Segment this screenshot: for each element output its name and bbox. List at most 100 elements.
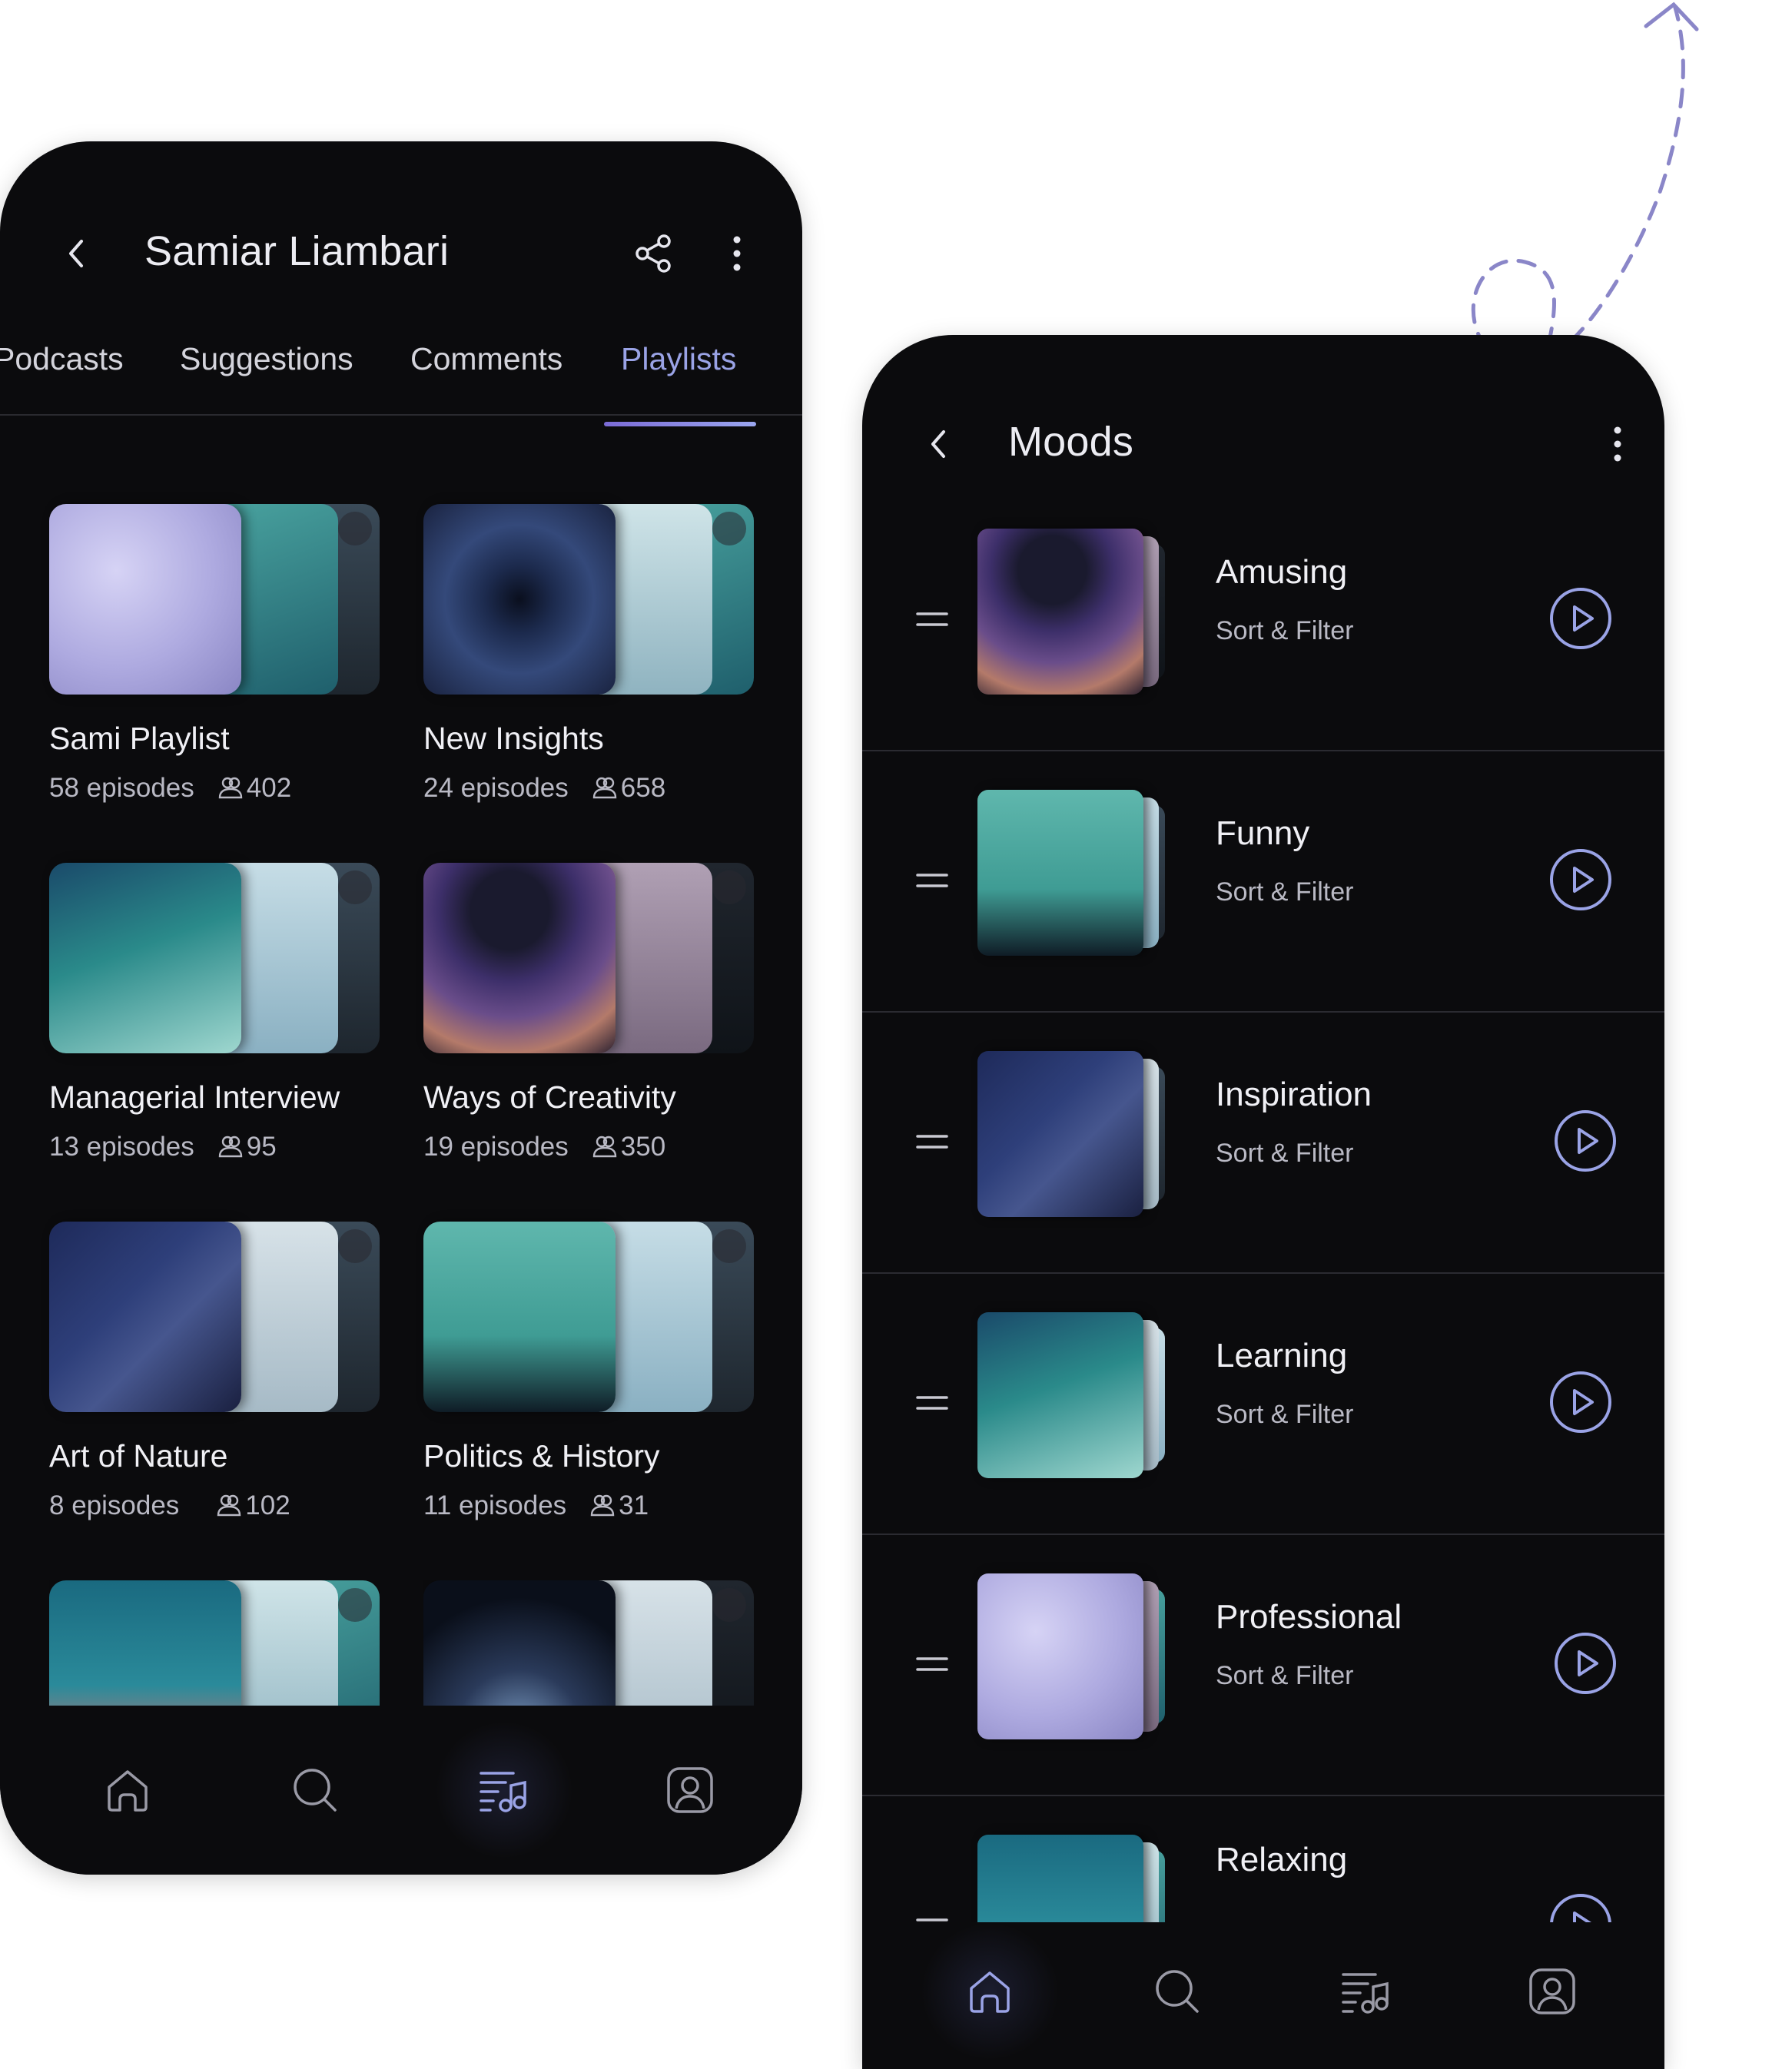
playlist-artwork	[49, 504, 380, 695]
playlist-artwork	[49, 1580, 380, 1725]
playlist-title: Art of Nature	[49, 1438, 228, 1474]
share-icon[interactable]	[629, 229, 678, 278]
group-icon	[712, 512, 746, 545]
playlist-card[interactable]: Art of Nature 8 episodes 102	[49, 1222, 380, 1520]
list-item[interactable]: Professional Sort & Filter	[862, 1534, 1664, 1796]
follower-count: 102	[245, 1490, 290, 1520]
mood-title: Professional	[1216, 1598, 1402, 1636]
mood-artwork	[977, 790, 1177, 956]
play-icon[interactable]	[1552, 1630, 1618, 1696]
mood-subtitle[interactable]: Sort & Filter	[1216, 616, 1353, 646]
more-options-icon[interactable]	[718, 229, 756, 278]
playlist-meta: 11 episodes 31	[423, 1490, 649, 1521]
users-icon	[592, 1133, 618, 1159]
playlist-card[interactable]: Sami Playlist 58 episodes 402	[49, 504, 380, 803]
tab-suggestions[interactable]: Suggestions	[180, 341, 353, 377]
playlist-meta: 13 episodes 95	[49, 1132, 277, 1162]
profile-icon[interactable]	[1525, 1964, 1580, 2019]
drag-handle-icon[interactable]	[916, 608, 948, 631]
users-icon	[217, 1133, 244, 1159]
playlist-card[interactable]	[49, 1580, 380, 1725]
drag-handle-icon[interactable]	[916, 869, 948, 892]
list-item[interactable]: Funny Sort & Filter	[862, 750, 1664, 1013]
group-icon	[338, 1588, 372, 1622]
episode-count: 8 episodes	[49, 1490, 180, 1520]
mood-subtitle[interactable]: Sort & Filter	[1216, 1661, 1353, 1691]
episode-count: 24 episodes	[423, 773, 569, 803]
play-icon[interactable]	[1552, 1108, 1618, 1174]
playlist-artwork	[49, 863, 380, 1053]
group-icon	[712, 870, 746, 904]
search-icon[interactable]	[287, 1762, 343, 1818]
playlist-artwork	[423, 863, 754, 1053]
mood-title: Funny	[1216, 814, 1310, 852]
episode-count: 11 episodes	[423, 1490, 567, 1520]
playlist-card[interactable]: Ways of Creativity 19 episodes 350	[423, 863, 754, 1162]
mood-subtitle[interactable]: Sort & Filter	[1216, 1400, 1353, 1430]
home-icon[interactable]	[100, 1762, 155, 1818]
playlist-title: Sami Playlist	[49, 721, 230, 756]
playlist-title: Managerial Interview	[49, 1079, 340, 1115]
users-icon	[592, 774, 618, 801]
playlist-artwork	[49, 1222, 380, 1412]
playlist-artwork	[423, 1222, 754, 1412]
playlist-card[interactable]: Managerial Interview 13 episodes 95	[49, 863, 380, 1162]
profile-icon[interactable]	[662, 1762, 718, 1818]
mood-subtitle[interactable]: Sort & Filter	[1216, 877, 1353, 907]
mood-title: Amusing	[1216, 553, 1348, 591]
mood-title: Relaxing	[1216, 1841, 1348, 1878]
playlist-meta: 8 episodes 102	[49, 1490, 290, 1521]
mood-title: Learning	[1216, 1337, 1348, 1374]
mood-artwork	[977, 1051, 1177, 1217]
episode-count: 19 episodes	[423, 1132, 569, 1162]
play-icon[interactable]	[1548, 585, 1614, 652]
playlist-meta: 19 episodes 350	[423, 1132, 665, 1162]
playlist-title: Politics & History	[423, 1438, 660, 1474]
mood-artwork	[977, 1573, 1177, 1739]
group-icon	[712, 1588, 746, 1622]
group-icon	[338, 512, 372, 545]
follower-count: 402	[246, 773, 292, 803]
drag-handle-icon[interactable]	[916, 1391, 948, 1414]
tab-podcasts[interactable]: Podcasts	[0, 341, 124, 377]
bottom-navigation	[862, 1922, 1664, 2069]
list-item[interactable]: Learning Sort & Filter	[862, 1272, 1664, 1535]
drag-handle-icon[interactable]	[916, 1653, 948, 1676]
search-icon[interactable]	[1150, 1964, 1205, 2019]
mood-title: Inspiration	[1216, 1076, 1372, 1113]
mood-artwork	[977, 1312, 1177, 1478]
drag-handle-icon[interactable]	[916, 1130, 948, 1153]
page-title: Moods	[1008, 419, 1134, 465]
active-tab-indicator	[604, 422, 756, 426]
tab-playlists[interactable]: Playlists	[621, 341, 736, 377]
playlist-artwork	[423, 504, 754, 695]
playlist-icon[interactable]	[475, 1762, 530, 1818]
list-item[interactable]: Inspiration Sort & Filter	[862, 1011, 1664, 1274]
playlist-artwork	[423, 1580, 754, 1725]
group-icon	[712, 1229, 746, 1263]
playlist-title: Ways of Creativity	[423, 1079, 676, 1115]
episode-count: 58 episodes	[49, 773, 194, 803]
playlist-card[interactable]	[423, 1580, 754, 1725]
users-icon	[216, 1492, 242, 1518]
follower-count: 95	[246, 1132, 277, 1162]
playlist-meta: 58 episodes 402	[49, 773, 291, 804]
list-item[interactable]: Amusing Sort & Filter	[862, 489, 1664, 751]
tab-comments[interactable]: Comments	[410, 341, 562, 377]
follower-count: 31	[619, 1490, 649, 1520]
playlist-card[interactable]: Politics & History 11 episodes 31	[423, 1222, 754, 1520]
back-button[interactable]	[54, 230, 100, 277]
home-icon[interactable]	[962, 1964, 1017, 2019]
play-icon[interactable]	[1548, 847, 1614, 913]
playlist-meta: 24 episodes 658	[423, 773, 665, 804]
group-icon	[338, 870, 372, 904]
back-button[interactable]	[916, 421, 962, 467]
moods-screen: Moods Amusing Sort & Filter Funny Sort &…	[862, 335, 1664, 2069]
playlist-card[interactable]: New Insights 24 episodes 658	[423, 504, 754, 803]
mood-subtitle[interactable]: Sort & Filter	[1216, 1139, 1353, 1169]
more-options-icon[interactable]	[1598, 419, 1637, 469]
page-title: Samiar Liambari	[144, 228, 450, 274]
playlist-icon[interactable]	[1337, 1964, 1392, 2019]
episode-count: 13 episodes	[49, 1132, 194, 1162]
play-icon[interactable]	[1548, 1369, 1614, 1435]
